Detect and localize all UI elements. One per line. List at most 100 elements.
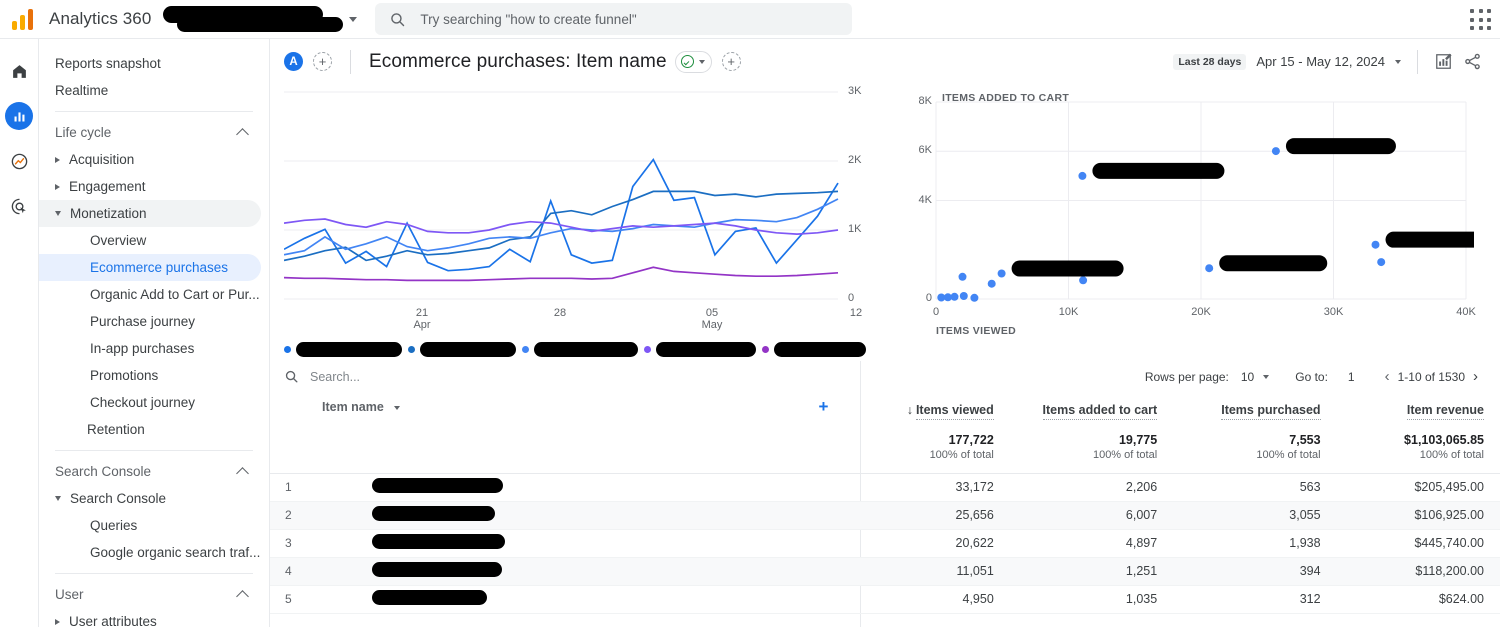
- legend-color-dot: [762, 346, 769, 353]
- table-row[interactable]: 1 33,172 2,206 563 $205,495.00: [270, 473, 1500, 502]
- sidebar-item-overview[interactable]: Overview: [39, 227, 261, 254]
- y-axis-tick: 0: [848, 292, 855, 304]
- chevron-right-icon[interactable]: [55, 183, 60, 190]
- chevron-down-icon[interactable]: [55, 211, 61, 216]
- rail-item-explore[interactable]: [5, 147, 33, 175]
- sidebar-item-label: Reports snapshot: [55, 56, 161, 71]
- sidebar-item-ecommerce-purchases[interactable]: Ecommerce purchases: [39, 254, 261, 281]
- table-row[interactable]: 4 11,051 1,251 394 $118,200.00: [270, 557, 1500, 586]
- sidebar-item-label: Purchase journey: [90, 314, 196, 329]
- rail-item-home[interactable]: [5, 57, 33, 85]
- edit-comparison-icon[interactable]: [1434, 52, 1453, 71]
- row-dimension-cell[interactable]: [320, 501, 847, 530]
- metric-cell: 3,055: [1173, 501, 1337, 530]
- add-comparison-icon[interactable]: +: [313, 52, 332, 71]
- legend-item[interactable]: [408, 342, 516, 357]
- metric-header-label: Items viewed: [915, 403, 994, 420]
- metric-header-label: Item revenue: [1406, 403, 1484, 420]
- chevron-right-icon[interactable]: [55, 156, 60, 163]
- chevron-down-icon[interactable]: [1263, 374, 1270, 379]
- table-row[interactable]: 3 20,622 4,897 1,938 $445,740.00: [270, 529, 1500, 558]
- table-row[interactable]: 5 4,950 1,035 312 $624.00: [270, 585, 1500, 614]
- chevron-up-icon[interactable]: [236, 590, 249, 603]
- chevron-up-icon[interactable]: [236, 467, 249, 480]
- totals-value: $1,103,065.85: [1404, 433, 1484, 447]
- row-dimension-cell[interactable]: [320, 473, 847, 502]
- table-row[interactable]: 2 25,656 6,007 3,055 $106,925.00: [270, 501, 1500, 530]
- metric-header-items-viewed[interactable]: ↓ Items viewed: [846, 392, 1009, 426]
- totals-label-cell: [270, 426, 847, 474]
- date-range-text[interactable]: Apr 15 - May 12, 2024: [1256, 54, 1385, 69]
- sidebar-item-reports-snapshot[interactable]: Reports snapshot: [39, 50, 261, 77]
- check-circle-icon: [680, 55, 694, 68]
- sidebar-item-user-attributes[interactable]: User attributes: [39, 608, 261, 627]
- sidebar-item-retention[interactable]: Retention: [39, 416, 261, 443]
- sidebar-item-organic-add-to-cart-or-pur[interactable]: Organic Add to Cart or Pur...: [39, 281, 261, 308]
- totals-value: 19,775: [1118, 433, 1158, 447]
- chevron-down-icon[interactable]: [394, 405, 401, 410]
- metric-cell: 25,656: [846, 501, 1010, 530]
- row-index: 5: [270, 585, 321, 614]
- sidebar-item-label: Engagement: [69, 179, 146, 194]
- metric-cell: 1,035: [1009, 585, 1174, 614]
- rail-item-advertising[interactable]: [5, 192, 33, 220]
- totals-cell: 177,722 100% of total: [846, 426, 1010, 474]
- goto-input[interactable]: 1: [1348, 370, 1355, 384]
- sidebar-item-search-console[interactable]: Search Console: [39, 485, 261, 512]
- sidebar-item-search-console[interactable]: Search Console: [39, 458, 261, 485]
- share-icon[interactable]: [1463, 52, 1482, 71]
- legend-item[interactable]: [762, 342, 866, 357]
- sidebar-item-realtime[interactable]: Realtime: [39, 77, 261, 104]
- scatter-label-redaction: [1011, 260, 1124, 277]
- sidebar-item-acquisition[interactable]: Acquisition: [39, 146, 261, 173]
- chevron-right-icon[interactable]: ›: [1469, 368, 1482, 385]
- metric-cell: 20,622: [846, 529, 1010, 558]
- chevron-up-icon[interactable]: [236, 128, 249, 141]
- line-chart[interactable]: 0 1K 2K 3K 21 Apr 28 05 May 12: [284, 84, 894, 361]
- left-icon-rail: [0, 39, 39, 627]
- pagination-controls: Rows per page: 10 Go to: 1 ‹ 1-10 of 153…: [1145, 368, 1482, 385]
- sidebar-item-purchase-journey[interactable]: Purchase journey: [39, 308, 261, 335]
- sidebar-item-in-app-purchases[interactable]: In-app purchases: [39, 335, 261, 362]
- sidebar-item-life-cycle[interactable]: Life cycle: [39, 119, 261, 146]
- rail-item-reports[interactable]: [5, 102, 33, 130]
- row-dimension-cell[interactable]: [320, 585, 847, 614]
- row-dimension-cell[interactable]: [320, 557, 847, 586]
- sidebar-item-promotions[interactable]: Promotions: [39, 362, 261, 389]
- row-dimension-cell[interactable]: [320, 529, 847, 558]
- dimension-header[interactable]: Item name +: [270, 392, 846, 426]
- metric-header-items-purchased[interactable]: Items purchased: [1173, 392, 1336, 426]
- table-search-input[interactable]: Search...: [310, 370, 360, 384]
- sidebar-item-google-organic-search-traf[interactable]: Google organic search traf...: [39, 539, 261, 566]
- metric-cell: 4,897: [1009, 529, 1174, 558]
- scatter-point-2: [1371, 240, 1380, 249]
- search-input[interactable]: Try searching "how to create funnel": [375, 3, 853, 35]
- chevron-left-icon[interactable]: ‹: [1381, 368, 1394, 385]
- legend-item[interactable]: [522, 342, 638, 357]
- apps-grid-icon[interactable]: [1470, 9, 1494, 33]
- sidebar-item-label: Search Console: [55, 464, 152, 479]
- sidebar-item-checkout-journey[interactable]: Checkout journey: [39, 389, 261, 416]
- status-badge[interactable]: [674, 50, 712, 73]
- chevron-down-icon[interactable]: [1395, 59, 1401, 64]
- legend-item[interactable]: [644, 342, 756, 357]
- legend-item[interactable]: [284, 342, 402, 357]
- chevron-down-icon[interactable]: [55, 496, 61, 501]
- sidebar-item-label: Monetization: [70, 206, 147, 221]
- metric-header-item-revenue[interactable]: Item revenue: [1337, 392, 1500, 426]
- rows-per-page-value[interactable]: 10: [1241, 370, 1254, 384]
- sidebar-item-label: Queries: [90, 518, 138, 533]
- sidebar-item-user[interactable]: User: [39, 581, 261, 608]
- chevron-down-icon: [349, 17, 358, 22]
- sidebar-item-engagement[interactable]: Engagement: [39, 173, 261, 200]
- scatter-chart[interactable]: ITEMS ADDED TO CART ITEMS VIEWED 0 4K 6K 8K 0 1…: [894, 84, 1476, 361]
- chevron-right-icon[interactable]: [55, 618, 60, 625]
- sidebar-item-label: Retention: [87, 422, 145, 437]
- y-axis-tick: 6K: [918, 144, 932, 157]
- add-column-icon[interactable]: +: [818, 398, 828, 415]
- add-icon[interactable]: +: [721, 52, 741, 71]
- sidebar-item-monetization[interactable]: Monetization: [39, 200, 261, 227]
- sidebar-item-queries[interactable]: Queries: [39, 512, 261, 539]
- metric-header-items-added-to-cart[interactable]: Items added to cart: [1010, 392, 1173, 426]
- property-selector[interactable]: [163, 6, 358, 32]
